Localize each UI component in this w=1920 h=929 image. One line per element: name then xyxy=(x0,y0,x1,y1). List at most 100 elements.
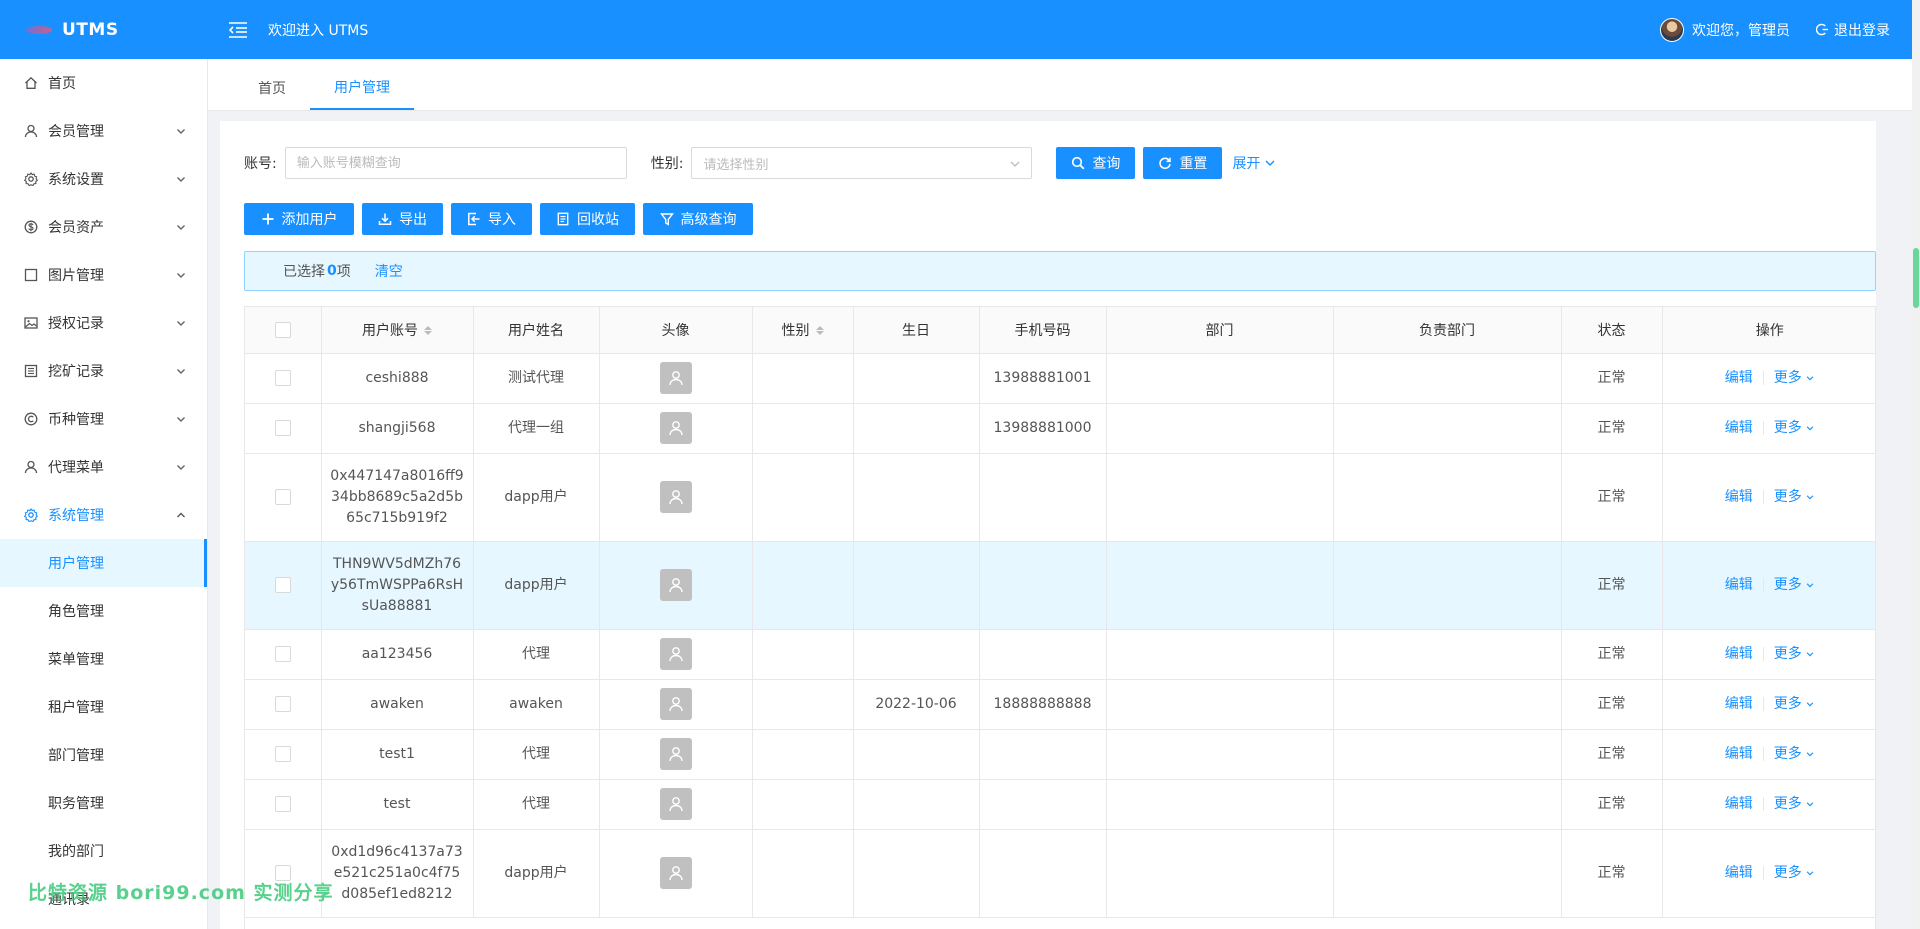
select-all-checkbox[interactable] xyxy=(274,321,291,338)
edit-link[interactable]: 编辑 xyxy=(1725,368,1753,389)
more-dropdown[interactable]: 更多 xyxy=(1774,744,1815,765)
chevron-down-icon xyxy=(175,221,187,233)
sidebar-item-1[interactable]: 会员管理 xyxy=(0,107,207,155)
row-checkbox[interactable] xyxy=(274,695,291,712)
page-scrollbar[interactable] xyxy=(1912,0,1920,929)
cell-text: test1 xyxy=(379,745,415,762)
add-user-label: 添加用户 xyxy=(281,212,338,228)
user-icon xyxy=(668,696,684,712)
sidebar-item-label: 系统设置 xyxy=(48,172,104,188)
tab-0[interactable]: 首页 xyxy=(234,66,310,110)
expand-link[interactable]: 展开 xyxy=(1232,153,1276,173)
edit-link[interactable]: 编辑 xyxy=(1725,644,1753,665)
cell-text: shangji568 xyxy=(358,419,436,436)
row-checkbox[interactable] xyxy=(274,745,291,762)
user-menu[interactable]: 欢迎您，管理员 xyxy=(1660,17,1790,42)
sidebar-subitem-1[interactable]: 角色管理 xyxy=(0,587,207,635)
row-checkbox[interactable] xyxy=(274,419,291,436)
chevron-down-icon xyxy=(175,365,187,377)
sidebar-item-2[interactable]: 系统设置 xyxy=(0,155,207,203)
reload-icon xyxy=(1159,157,1172,170)
sidebar-item-label: 代理菜单 xyxy=(48,460,104,476)
edit-link[interactable]: 编辑 xyxy=(1725,487,1753,508)
sidebar-subitem-2[interactable]: 菜单管理 xyxy=(0,635,207,683)
add-user-button[interactable]: 添加用户 xyxy=(244,203,354,235)
sidebar-subitem-3[interactable]: 租户管理 xyxy=(0,683,207,731)
edit-link[interactable]: 编辑 xyxy=(1725,575,1753,596)
column-header-label: 操作 xyxy=(1755,322,1784,339)
row-checkbox[interactable] xyxy=(274,576,291,593)
sidebar-item-0[interactable]: 首页 xyxy=(0,59,207,107)
sidebar-item-9[interactable]: 系统管理 xyxy=(0,491,207,539)
table-row[interactable]: awaken awaken 2022-10-06 18888888888 正常 编辑 更… xyxy=(245,679,1875,730)
table-row[interactable]: THN9WV5dMZh76y56TmWSPPa6RsHsUa88881 dapp用… xyxy=(245,541,1875,630)
logout-button[interactable]: 退出登录 xyxy=(1816,20,1890,40)
edit-link[interactable]: 编辑 xyxy=(1725,418,1753,439)
scrollbar-thumb[interactable] xyxy=(1913,248,1919,308)
sidebar-item-7[interactable]: 币种管理 xyxy=(0,395,207,443)
row-checkbox[interactable] xyxy=(274,795,291,812)
column-header[interactable]: 用户账号 xyxy=(321,307,474,354)
sort-icon[interactable] xyxy=(815,326,824,336)
table-row[interactable]: 0x447147a8016ff934bb8689c5a2d5b65c715b91… xyxy=(245,453,1875,542)
tab-label: 用户管理 xyxy=(334,80,390,96)
app-logo[interactable]: UTMS xyxy=(0,0,208,59)
table-row[interactable]: ceshi888 测试代理 13988881001 正常 编辑 更多 xyxy=(245,353,1875,404)
sort-icon[interactable] xyxy=(424,326,432,336)
sidebar-subitem-6[interactable]: 我的部门 xyxy=(0,827,207,875)
user-table: 用户账号 用户姓名 头像 性别 生日 手机号码 部门 负责部门 状态 操作 ceshi888 测试代… xyxy=(244,306,1876,929)
column-header: 生日 xyxy=(853,307,980,354)
recycle-bin-button[interactable]: 回收站 xyxy=(540,203,635,235)
row-checkbox[interactable] xyxy=(274,369,291,386)
sidebar-item-3[interactable]: 会员资产 xyxy=(0,203,207,251)
table-row[interactable]: shangji568 代理一组 13988881000 正常 编辑 更多 xyxy=(245,403,1875,454)
table-row[interactable]: test1 代理 正常 编辑 更多 xyxy=(245,729,1875,780)
gender-select[interactable]: 请选择性别 xyxy=(691,147,1033,179)
row-select-cell xyxy=(245,453,322,542)
more-label: 更多 xyxy=(1773,488,1802,505)
tab-1[interactable]: 用户管理 xyxy=(310,66,414,110)
row-checkbox[interactable] xyxy=(274,488,291,505)
sidebar-subitem-4[interactable]: 部门管理 xyxy=(0,731,207,779)
cell-text: dapp用户 xyxy=(504,488,568,505)
sidebar-item-5[interactable]: 授权记录 xyxy=(0,299,207,347)
reset-button[interactable]: 重置 xyxy=(1143,147,1223,179)
import-button[interactable]: 导入 xyxy=(451,203,532,235)
sidebar-item-4[interactable]: 图片管理 xyxy=(0,251,207,299)
sidebar-item-6[interactable]: 挖矿记录 xyxy=(0,347,207,395)
more-dropdown[interactable]: 更多 xyxy=(1774,863,1815,884)
edit-link[interactable]: 编辑 xyxy=(1725,694,1753,715)
row-checkbox[interactable] xyxy=(274,645,291,662)
more-dropdown[interactable]: 更多 xyxy=(1774,418,1815,439)
sidebar-subitem-0[interactable]: 用户管理 xyxy=(0,539,207,587)
sidebar-subitem-5[interactable]: 职务管理 xyxy=(0,779,207,827)
edit-link[interactable]: 编辑 xyxy=(1725,863,1753,884)
more-dropdown[interactable]: 更多 xyxy=(1774,794,1815,815)
query-button[interactable]: 查询 xyxy=(1056,147,1136,179)
user-icon xyxy=(668,796,684,812)
download-icon xyxy=(378,213,392,226)
more-dropdown[interactable]: 更多 xyxy=(1774,368,1815,389)
column-header[interactable]: 性别 xyxy=(752,307,854,354)
more-dropdown[interactable]: 更多 xyxy=(1774,487,1815,508)
menu-collapse-button[interactable] xyxy=(226,18,250,42)
cell-resp-dept xyxy=(1333,353,1562,404)
edit-link[interactable]: 编辑 xyxy=(1725,794,1753,815)
more-dropdown[interactable]: 更多 xyxy=(1774,575,1815,596)
table-row[interactable]: aa123456 代理 正常 编辑 更多 xyxy=(245,629,1875,680)
more-dropdown[interactable]: 更多 xyxy=(1774,644,1815,665)
more-dropdown[interactable]: 更多 xyxy=(1774,694,1815,715)
export-button[interactable]: 导出 xyxy=(362,203,443,235)
column-header-label: 用户账号 xyxy=(362,322,418,339)
advanced-query-button[interactable]: 高级查询 xyxy=(643,203,753,235)
cell-name: dapp用户 xyxy=(473,541,600,630)
account-search-input[interactable] xyxy=(284,147,627,179)
edit-link[interactable]: 编辑 xyxy=(1725,744,1753,765)
column-header: 用户姓名 xyxy=(473,307,600,354)
cell-dept xyxy=(1106,453,1334,542)
table-row[interactable]: test 代理 正常 编辑 更多 xyxy=(245,779,1875,830)
table-row[interactable]: 0xd1d96c4137a73e521c251a0c4f75d085ef1ed8… xyxy=(245,829,1875,918)
sidebar-item-8[interactable]: 代理菜单 xyxy=(0,443,207,491)
clear-selection-link[interactable]: 清空 xyxy=(375,261,403,281)
gear-icon xyxy=(24,508,38,522)
